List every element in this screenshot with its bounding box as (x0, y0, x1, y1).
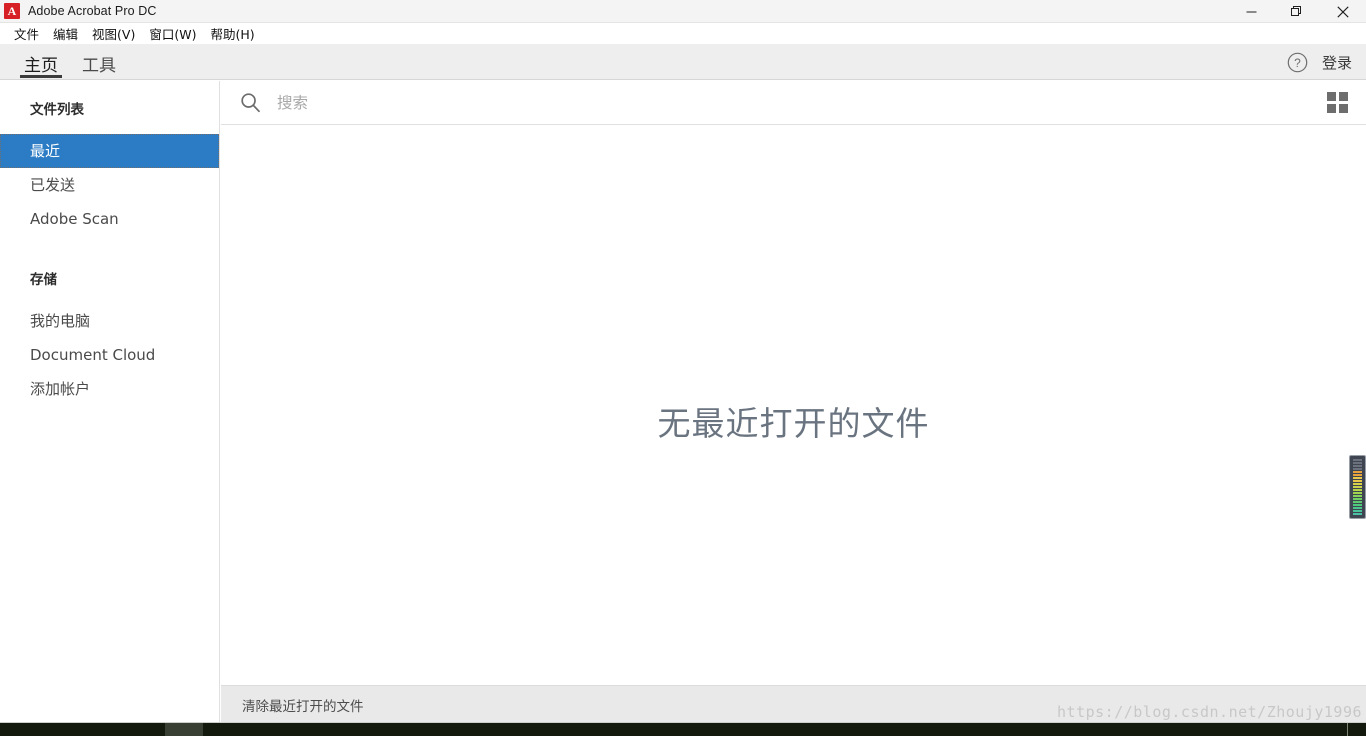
level-meter-segment (1353, 465, 1362, 467)
sidebar-section-file-list: 文件列表 (30, 102, 84, 118)
level-meter-segment (1353, 513, 1362, 515)
level-meter-segment (1353, 459, 1362, 461)
window-controls (1228, 0, 1366, 23)
level-meter-segment (1353, 471, 1362, 473)
level-meter-segment (1353, 498, 1362, 500)
level-meter-segment (1353, 462, 1362, 464)
taskbar-separator (1347, 723, 1348, 736)
taskbar-active-app[interactable] (165, 723, 203, 736)
clear-recent-files-button[interactable]: 清除最近打开的文件 (242, 695, 364, 715)
search-bar (221, 81, 1366, 125)
level-meter-segment (1353, 492, 1362, 494)
sidebar-item-my-computer[interactable]: 我的电脑 (0, 304, 219, 338)
level-meter-segment (1353, 468, 1362, 470)
level-meter-segment (1353, 477, 1362, 479)
sidebar-item-document-cloud[interactable]: Document Cloud (0, 338, 219, 372)
recent-files-empty-state: 无最近打开的文件 (221, 125, 1366, 684)
level-meter-segment (1353, 495, 1362, 497)
level-meter-segment (1353, 489, 1362, 491)
title-bar: A Adobe Acrobat Pro DC (0, 0, 1366, 23)
sidebar: 文件列表 最近 已发送 Adobe Scan 存储 我的电脑 Document … (0, 81, 220, 723)
menu-item-window[interactable]: 窗口(W) (142, 22, 203, 45)
acrobat-window: A Adobe Acrobat Pro DC 文件 编辑 视图(V) 窗口(W)… (0, 0, 1366, 736)
help-circle-icon[interactable]: ? (1287, 52, 1308, 73)
menu-item-file[interactable]: 文件 (7, 22, 46, 45)
watermark-text: https://blog.csdn.net/Zhoujy1996 (1057, 703, 1362, 721)
search-input[interactable] (275, 92, 679, 113)
restore-icon[interactable] (1274, 0, 1320, 23)
minimize-icon[interactable] (1228, 0, 1274, 23)
menu-item-edit[interactable]: 编辑 (46, 22, 85, 45)
grid-view-icon[interactable] (1327, 92, 1349, 114)
desktop-taskbar-strip (0, 723, 1366, 736)
level-meter-segment (1353, 474, 1362, 476)
sign-in-button[interactable]: 登录 (1322, 52, 1352, 73)
level-meter-segment (1353, 510, 1362, 512)
sidebar-section-storage: 存储 (30, 272, 57, 288)
empty-state-message: 无最近打开的文件 (657, 404, 930, 443)
sidebar-item-sent[interactable]: 已发送 (0, 168, 219, 202)
menu-bar: 文件 编辑 视图(V) 窗口(W) 帮助(H) (0, 23, 1366, 44)
menu-item-view[interactable]: 视图(V) (85, 22, 142, 45)
tab-list: 主页 工具 (12, 44, 128, 80)
level-meter-segment (1353, 486, 1362, 488)
tab-bar: 主页 工具 ? 登录 (0, 44, 1366, 80)
volume-level-meter[interactable] (1349, 455, 1366, 519)
sidebar-item-adobe-scan[interactable]: Adobe Scan (0, 202, 219, 236)
acrobat-logo-icon: A (4, 3, 20, 19)
window-title: Adobe Acrobat Pro DC (28, 4, 157, 18)
sidebar-item-recent[interactable]: 最近 (0, 134, 219, 168)
acrobat-logo-glyph: A (7, 4, 17, 18)
tab-tools[interactable]: 工具 (70, 44, 128, 80)
level-meter-segment (1353, 507, 1362, 509)
level-meter-segment (1353, 501, 1362, 503)
search-icon (239, 92, 261, 114)
content-panel: 无最近打开的文件 清除最近打开的文件 (221, 81, 1366, 723)
menu-item-help[interactable]: 帮助(H) (203, 22, 261, 45)
level-meter-segment (1353, 483, 1362, 485)
sidebar-item-add-account[interactable]: 添加帐户 (0, 372, 219, 406)
tab-bar-actions: ? 登录 (1287, 44, 1366, 80)
tab-home[interactable]: 主页 (12, 44, 70, 80)
svg-text:?: ? (1294, 56, 1301, 70)
level-meter-segment (1353, 504, 1362, 506)
level-meter-segment (1353, 480, 1362, 482)
close-icon[interactable] (1320, 0, 1366, 23)
